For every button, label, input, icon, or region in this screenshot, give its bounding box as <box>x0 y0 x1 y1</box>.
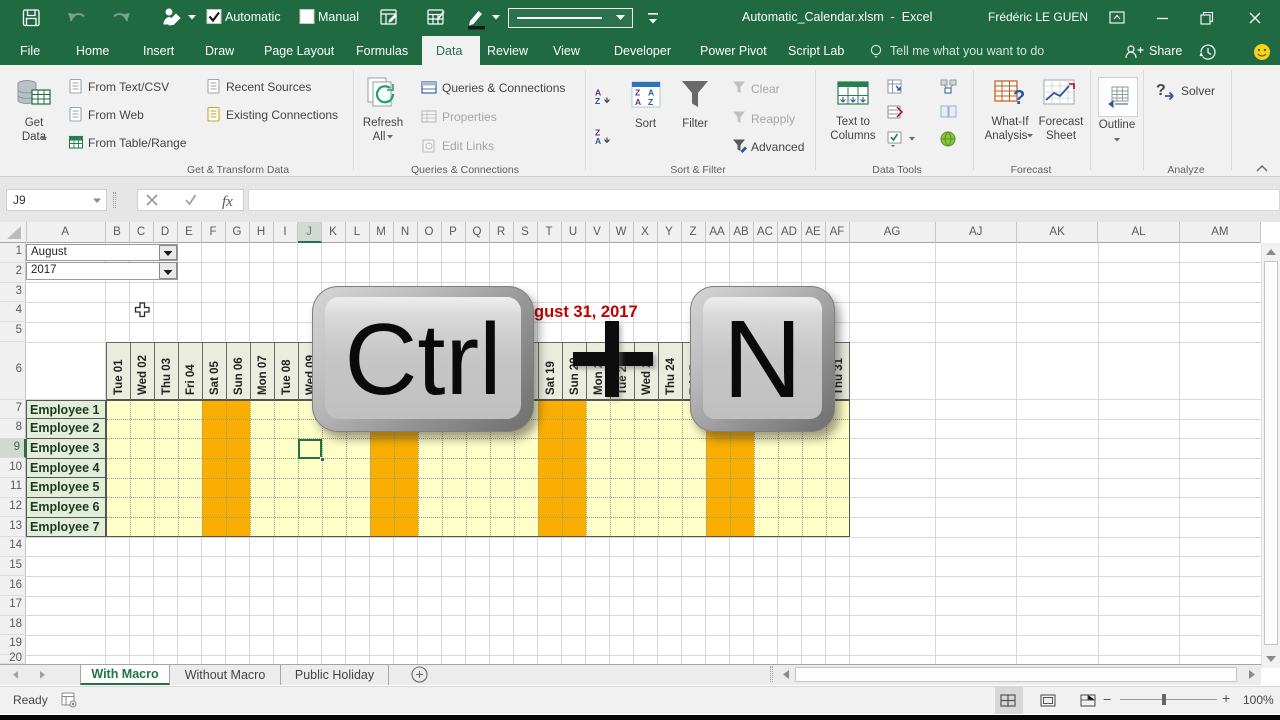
svg-text:fx: fx <box>222 194 233 210</box>
svg-text:Z: Z <box>635 88 640 98</box>
svg-text:?: ? <box>1156 82 1166 99</box>
svg-text:?: ? <box>1013 87 1025 109</box>
svg-text:A: A <box>635 97 641 107</box>
svg-text:A: A <box>595 136 601 146</box>
svg-text:Z: Z <box>648 97 653 107</box>
svg-text:Z: Z <box>595 96 600 106</box>
svg-text:A: A <box>648 88 654 98</box>
